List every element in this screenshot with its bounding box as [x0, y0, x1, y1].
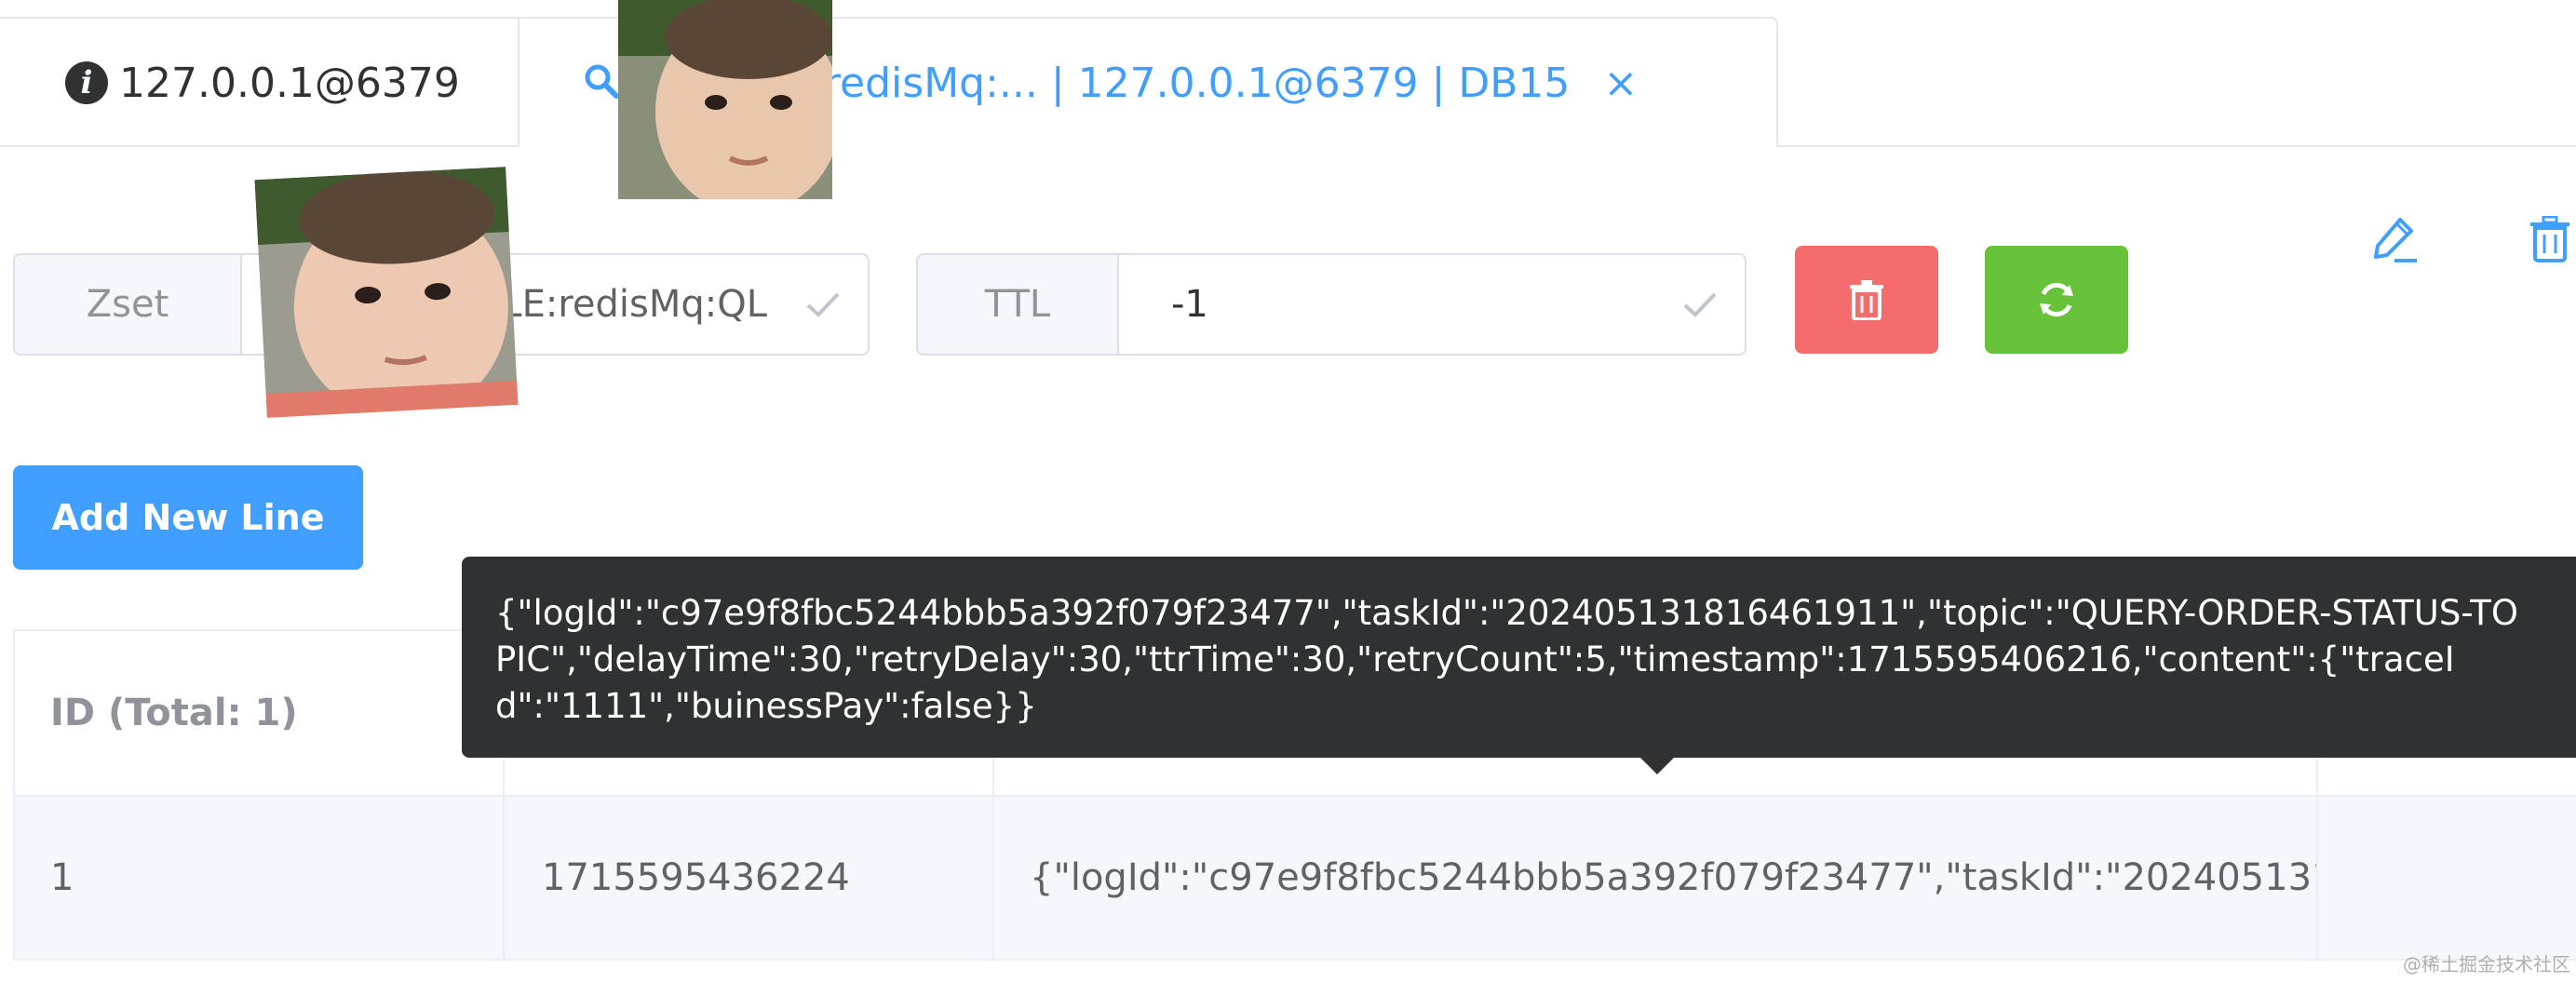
key-type-label: Zset	[15, 255, 242, 354]
close-icon[interactable]: ×	[1603, 60, 1638, 107]
tab-bar: i 127.0.0.1@6379 OBILE:redisMq:... | 127…	[0, 0, 2576, 149]
row-actions	[2318, 797, 2576, 959]
trash-icon	[1850, 280, 1883, 320]
tab-label: 127.0.0.1@6379	[119, 59, 460, 107]
row-id: 1	[15, 797, 505, 959]
column-header-id[interactable]: ID (Total: 1)	[15, 631, 505, 795]
trash-icon[interactable]	[2529, 216, 2571, 262]
face-sticker-image	[254, 167, 519, 418]
tab-connection-info[interactable]: i 127.0.0.1@6379	[0, 17, 519, 147]
edit-icon[interactable]	[2372, 216, 2419, 264]
check-icon	[1683, 292, 1717, 317]
watermark: @稀土掘金技术社区	[2403, 953, 2570, 975]
add-new-line-button[interactable]: Add New Line	[13, 465, 363, 570]
ttl-value: -1	[1171, 283, 1208, 326]
tooltip-text: {"logId":"c97e9f8fbc5244bbb5a392f079f234…	[495, 593, 2518, 726]
row-member[interactable]: {"logId":"c97e9f8fbc5244bbb5a392f079f234…	[994, 797, 2318, 959]
key-name-value: LE:redisMq:QL	[501, 283, 767, 326]
check-icon	[806, 292, 840, 317]
delete-key-button[interactable]	[1795, 246, 1938, 354]
row-score: 1715595436224	[505, 797, 994, 959]
ttl-group: TTL -1	[916, 253, 1747, 356]
refresh-key-button[interactable]	[1985, 246, 2128, 354]
table-row[interactable]: 1 1715595436224 {"logId":"c97e9f8fbc5244…	[15, 797, 2576, 961]
ttl-label: TTL	[918, 255, 1119, 354]
ttl-input[interactable]: -1	[1119, 255, 1745, 354]
member-tooltip: {"logId":"c97e9f8fbc5244bbb5a392f079f234…	[462, 557, 2576, 758]
face-sticker-image	[618, 0, 832, 199]
info-icon: i	[65, 61, 108, 104]
refresh-icon	[2040, 282, 2073, 317]
tooltip-arrow	[1639, 756, 1676, 774]
